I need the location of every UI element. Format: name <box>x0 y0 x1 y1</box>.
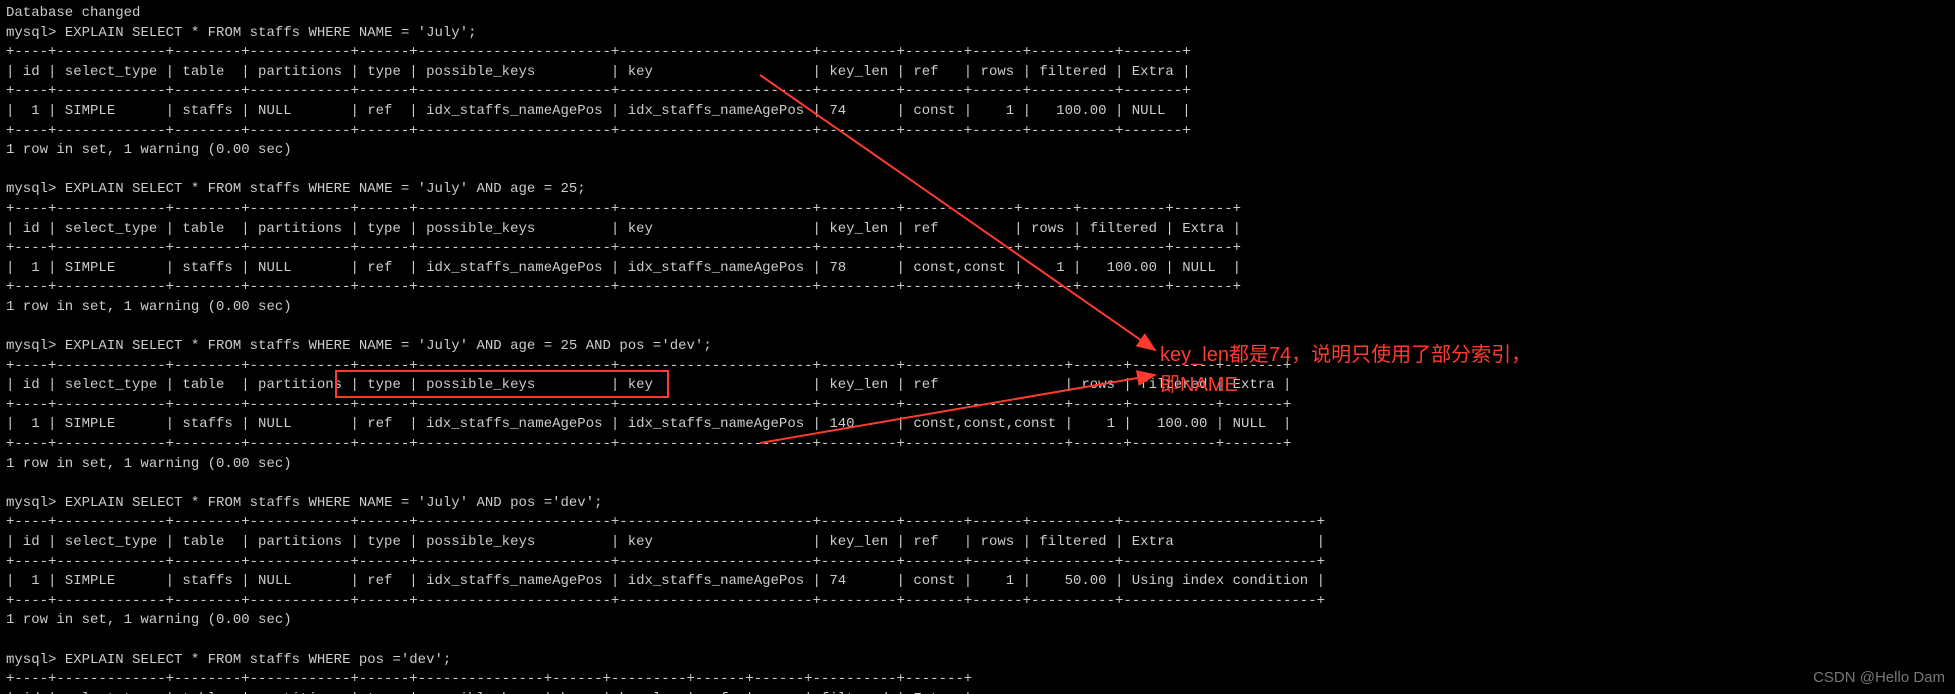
prompt: mysql> <box>6 495 56 511</box>
row-footer-2: 1 row in set, 1 warning (0.00 sec) <box>6 299 292 315</box>
query-1: EXPLAIN SELECT * FROM staffs WHERE NAME … <box>65 25 477 41</box>
table3-row: | 1 | SIMPLE | staffs | NULL | ref | idx… <box>6 416 1291 432</box>
table2-row: | 1 | SIMPLE | staffs | NULL | ref | idx… <box>6 260 1241 276</box>
query-4: EXPLAIN SELECT * FROM staffs WHERE NAME … <box>65 495 603 511</box>
table4-row: | 1 | SIMPLE | staffs | NULL | ref | idx… <box>6 573 1325 589</box>
query-2: EXPLAIN SELECT * FROM staffs WHERE NAME … <box>65 181 586 197</box>
table1-row: | 1 | SIMPLE | staffs | NULL | ref | idx… <box>6 103 1191 119</box>
table2-sep-bottom: +----+-------------+--------+-----------… <box>6 279 1241 295</box>
table4-header: | id | select_type | table | partitions … <box>6 534 1325 550</box>
prompt: mysql> <box>6 652 56 668</box>
watermark: CSDN @Hello Dam <box>1813 667 1945 688</box>
table2-header: | id | select_type | table | partitions … <box>6 221 1241 237</box>
table3-sep-top: +----+-------------+--------+-----------… <box>6 358 1291 374</box>
table3-sep-mid: +----+-------------+--------+-----------… <box>6 397 1291 413</box>
table1-sep-top: +----+-------------+--------+-----------… <box>6 44 1191 60</box>
annotation-text: key_len都是74，说明只使用了部分索引， 即NAME <box>1160 340 1531 400</box>
table1-sep-mid: +----+-------------+--------+-----------… <box>6 83 1191 99</box>
annotation-line-2: 即NAME <box>1160 374 1238 396</box>
terminal-output: Database changed mysql> EXPLAIN SELECT *… <box>0 0 1955 694</box>
table5-sep-top: +----+-------------+--------+-----------… <box>6 671 972 687</box>
row-footer-3: 1 row in set, 1 warning (0.00 sec) <box>6 456 292 472</box>
db-changed-line: Database changed <box>6 5 140 21</box>
table2-sep-top: +----+-------------+--------+-----------… <box>6 201 1241 217</box>
annotation-line-1: key_len都是74，说明只使用了部分索引， <box>1160 344 1531 366</box>
query-5: EXPLAIN SELECT * FROM staffs WHERE pos =… <box>65 652 451 668</box>
prompt: mysql> <box>6 338 56 354</box>
query-3: EXPLAIN SELECT * FROM staffs WHERE NAME … <box>65 338 712 354</box>
table3-header: | id | select_type | table | partitions … <box>6 377 1291 393</box>
table3-sep-bottom: +----+-------------+--------+-----------… <box>6 436 1291 452</box>
prompt: mysql> <box>6 181 56 197</box>
table4-sep-top: +----+-------------+--------+-----------… <box>6 514 1325 530</box>
row-footer-1: 1 row in set, 1 warning (0.00 sec) <box>6 142 292 158</box>
table2-sep-mid: +----+-------------+--------+-----------… <box>6 240 1241 256</box>
table1-header: | id | select_type | table | partitions … <box>6 64 1191 80</box>
prompt: mysql> <box>6 25 56 41</box>
table4-sep-mid: +----+-------------+--------+-----------… <box>6 554 1325 570</box>
row-footer-4: 1 row in set, 1 warning (0.00 sec) <box>6 612 292 628</box>
table4-sep-bottom: +----+-------------+--------+-----------… <box>6 593 1325 609</box>
table1-sep-bottom: +----+-------------+--------+-----------… <box>6 123 1191 139</box>
